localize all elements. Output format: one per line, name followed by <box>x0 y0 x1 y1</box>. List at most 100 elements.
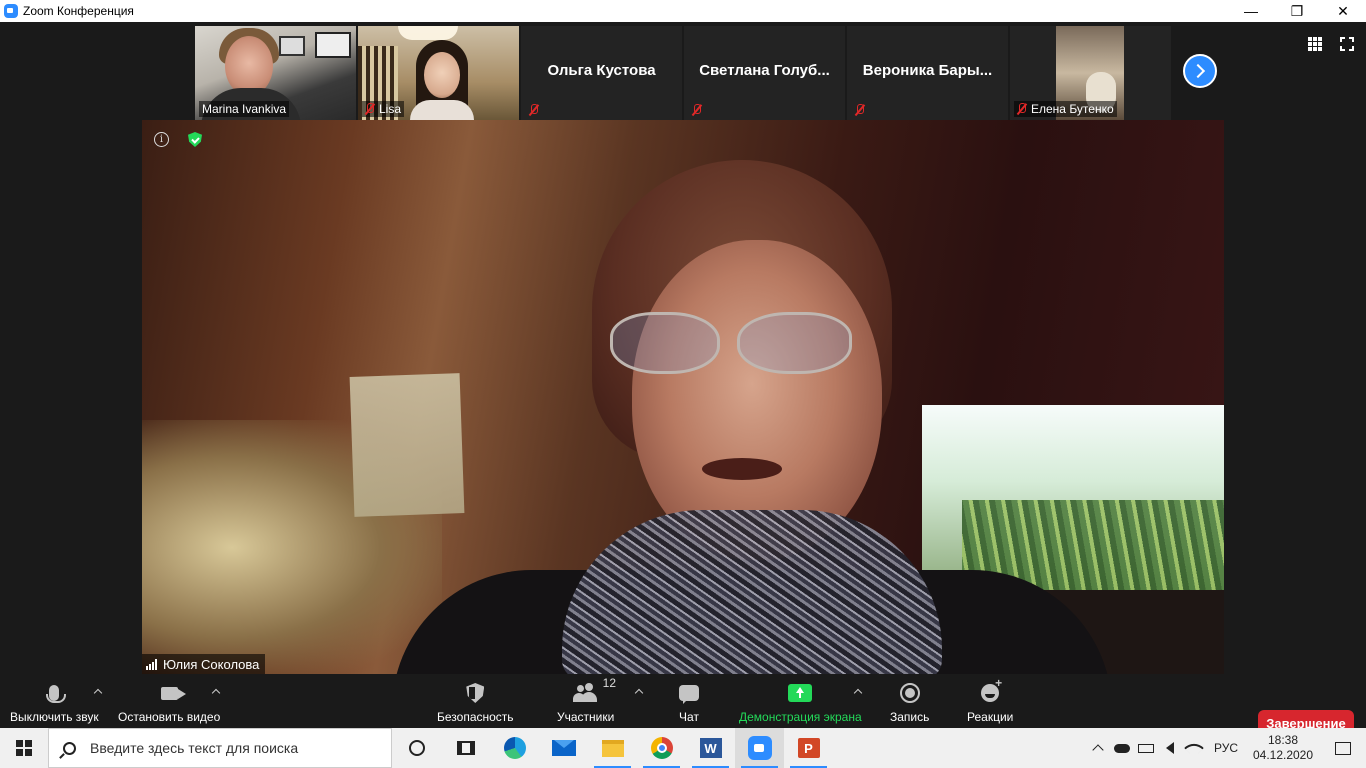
windows-taskbar: Введите здесь текст для поиска W P РУС 1… <box>0 728 1366 768</box>
system-tray: РУС 18:38 04.12.2020 <box>1086 728 1366 768</box>
signal-strength-icon <box>146 659 157 670</box>
battery-tray[interactable] <box>1134 728 1158 768</box>
volume-tray[interactable] <box>1158 728 1182 768</box>
start-button[interactable] <box>0 728 48 768</box>
meeting-area: Marina Ivankiva Lisa Ольга Кустова Светл… <box>0 22 1366 736</box>
onedrive-tray[interactable] <box>1110 728 1134 768</box>
participant-tile[interactable]: Lisa <box>358 26 519 120</box>
mic-muted-icon <box>1017 103 1026 115</box>
clock-date: 04.12.2020 <box>1252 748 1314 762</box>
task-view-button[interactable] <box>441 728 490 768</box>
participant-tile[interactable]: Светлана Голуб... <box>684 26 845 120</box>
mail-icon <box>551 740 576 756</box>
search-placeholder: Введите здесь текст для поиска <box>90 740 299 756</box>
next-page-button[interactable] <box>1183 54 1217 88</box>
zoom-icon <box>747 736 772 760</box>
gallery-view-icon[interactable] <box>1308 37 1322 51</box>
chat-bubble-icon <box>679 685 699 704</box>
taskbar-edge[interactable] <box>490 728 539 768</box>
chat-label: Чат <box>679 710 699 724</box>
reactions-label: Реакции <box>967 710 1014 724</box>
participants-button[interactable]: 12 Участники <box>557 676 616 724</box>
reactions-button[interactable]: Реакции <box>967 676 1014 724</box>
encryption-shield-icon[interactable] <box>188 132 202 147</box>
chevron-up-icon <box>1092 744 1104 756</box>
taskbar-explorer[interactable] <box>588 728 637 768</box>
restore-button[interactable]: ❐ <box>1274 0 1320 22</box>
meeting-toolbar: Выключить звук Остановить видео Безопасн… <box>0 674 1366 736</box>
microphone-icon <box>46 685 67 703</box>
participant-name: Елена Бутенко <box>1031 102 1114 116</box>
mute-label: Выключить звук <box>10 710 99 724</box>
taskbar-search-box[interactable]: Введите здесь текст для поиска <box>48 728 392 768</box>
minimize-button[interactable]: — <box>1228 0 1274 22</box>
participants-options-caret[interactable] <box>634 688 644 698</box>
window-controls: — ❐ ✕ <box>1228 0 1366 22</box>
video-camera-icon <box>160 686 186 700</box>
notification-icon <box>1335 741 1351 755</box>
mic-muted-icon <box>855 104 864 116</box>
meeting-info-icon[interactable]: i <box>154 132 169 147</box>
security-button[interactable]: Безопасность <box>437 680 514 724</box>
taskbar-word[interactable]: W <box>686 728 735 768</box>
mic-muted-icon <box>529 104 538 116</box>
participant-tile[interactable]: Ольга Кустова <box>521 26 682 120</box>
network-tray[interactable] <box>1182 728 1206 768</box>
onedrive-cloud-icon <box>1113 743 1130 753</box>
share-screen-label: Демонстрация экрана <box>739 710 862 724</box>
participant-name: Светлана Голуб... <box>699 62 830 79</box>
chrome-icon <box>650 737 673 759</box>
speaker-icon <box>1165 742 1174 754</box>
windows-logo-icon <box>16 740 32 756</box>
taskbar-powerpoint[interactable]: P <box>784 728 833 768</box>
participant-strip: Marina Ivankiva Lisa Ольга Кустова Светл… <box>195 26 1173 120</box>
record-button[interactable]: Запись <box>890 680 929 724</box>
cortana-icon <box>408 740 425 756</box>
file-explorer-icon <box>601 739 624 757</box>
mic-muted-icon <box>365 103 374 115</box>
reaction-smiley-icon <box>981 676 1002 702</box>
participants-icon <box>572 683 599 703</box>
stop-video-button[interactable]: Остановить видео <box>118 680 220 724</box>
video-label: Остановить видео <box>118 710 221 724</box>
participant-name: Lisa <box>379 102 402 116</box>
show-hidden-icons-button[interactable] <box>1086 728 1110 768</box>
mic-muted-icon <box>692 104 701 116</box>
close-button[interactable]: ✕ <box>1320 0 1366 22</box>
speaker-name-label: Юлия Соколова <box>142 654 266 675</box>
participant-tile[interactable]: Вероника Бары... <box>847 26 1008 120</box>
participant-name-label: Marina Ivankiva <box>199 101 290 117</box>
powerpoint-icon: P <box>797 738 820 758</box>
window-title: Zoom Конференция <box>23 4 134 18</box>
taskbar-mail[interactable] <box>539 728 588 768</box>
participant-name: Ольга Кустова <box>547 62 656 79</box>
active-speaker-video: i Юлия Соколова <box>142 120 1224 675</box>
participant-name-label: Елена Бутенко <box>1014 101 1117 117</box>
taskbar-chrome[interactable] <box>637 728 686 768</box>
fullscreen-icon[interactable] <box>1340 37 1354 51</box>
participant-name-label: Lisa <box>362 101 405 117</box>
security-shield-icon <box>466 683 485 703</box>
input-language[interactable]: РУС <box>1206 741 1246 755</box>
chat-button[interactable]: Чат <box>679 680 699 724</box>
chevron-right-icon <box>1190 63 1206 79</box>
view-controls <box>1308 37 1354 51</box>
zoom-app-icon <box>4 4 18 18</box>
share-screen-button[interactable]: Демонстрация экрана <box>739 680 862 724</box>
speaker-name: Юлия Соколова <box>163 657 260 672</box>
participant-name: Вероника Бары... <box>862 62 993 79</box>
task-view-icon <box>456 741 475 755</box>
cortana-button[interactable] <box>392 728 441 768</box>
word-icon: W <box>699 738 722 758</box>
participant-tile[interactable]: Marina Ivankiva <box>195 26 356 120</box>
mute-button[interactable]: Выключить звук <box>10 680 99 724</box>
taskbar-apps: W P <box>392 728 833 768</box>
battery-icon <box>1137 743 1154 753</box>
taskbar-zoom[interactable] <box>735 728 784 768</box>
edge-icon <box>503 737 526 759</box>
action-center-button[interactable] <box>1320 728 1366 768</box>
participants-count: 12 <box>602 676 617 690</box>
taskbar-clock[interactable]: 18:38 04.12.2020 <box>1246 733 1320 763</box>
share-screen-icon <box>788 684 813 702</box>
participant-tile[interactable]: Елена Бутенко <box>1010 26 1171 120</box>
